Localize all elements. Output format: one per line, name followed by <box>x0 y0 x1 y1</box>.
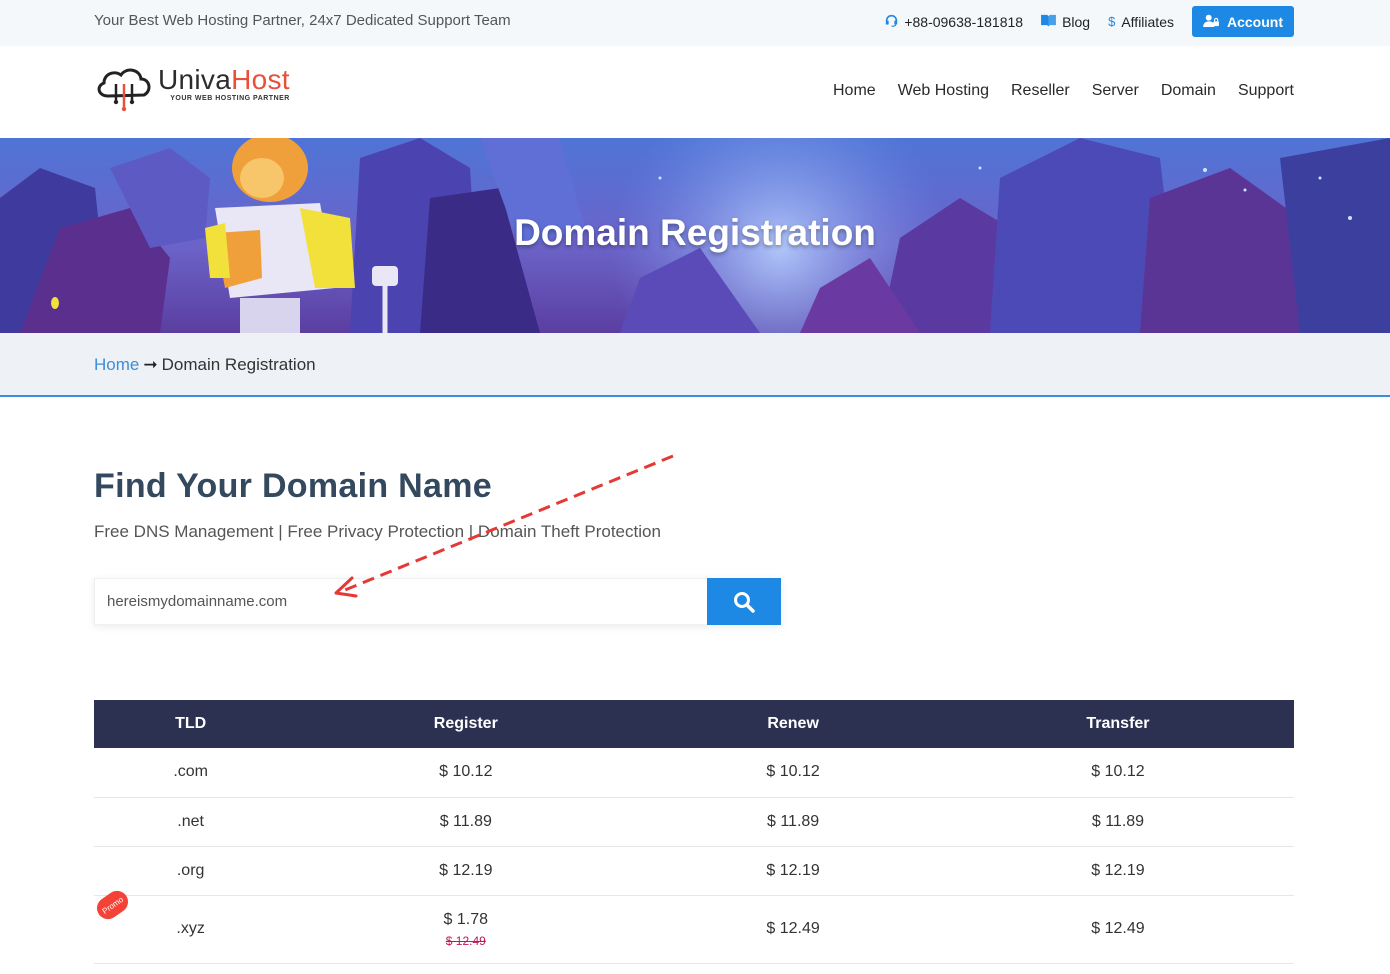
logo-wordmark: UnivaHost <box>158 64 290 95</box>
book-icon <box>1041 14 1056 30</box>
register-cell: $ 12.19 <box>287 846 645 896</box>
hero-banner: Domain Registration <box>0 138 1390 333</box>
col-transfer: Transfer <box>941 700 1294 748</box>
table-row: .xyz $ 1.78 $ 12.49 $ 12.49 $ 12.49 <box>94 895 1294 964</box>
arrow-right-icon: ➞ <box>143 355 158 374</box>
nav-server[interactable]: Server <box>1092 82 1139 100</box>
hero-title: Domain Registration <box>514 212 876 253</box>
phone-number: +88-09638-181818 <box>904 13 1024 30</box>
nav-domain[interactable]: Domain <box>1161 82 1216 100</box>
nav-web-hosting[interactable]: Web Hosting <box>898 82 989 100</box>
transfer-cell: $ 10.12 <box>941 748 1294 798</box>
register-cell: $ 1.78 $ 12.49 <box>287 895 645 964</box>
nav-reseller[interactable]: Reseller <box>1011 82 1070 100</box>
affiliates-link[interactable]: $ Affiliates <box>1108 14 1174 30</box>
account-button[interactable]: Account <box>1192 6 1294 37</box>
search-button[interactable] <box>707 578 781 625</box>
search-icon <box>734 591 755 613</box>
tld-cell: .com <box>94 748 288 798</box>
col-renew: Renew <box>644 700 942 748</box>
logo-text: UnivaHost YOUR WEB HOSTING PARTNER <box>158 64 290 103</box>
register-cell: $ 11.89 <box>287 797 645 847</box>
header: UnivaHost YOUR WEB HOSTING PARTNER Home … <box>0 46 1390 138</box>
table-row: .com $ 10.12 $ 10.12 $ 10.12 <box>94 748 1294 798</box>
table-header-row: TLD Register Renew Transfer <box>94 700 1294 748</box>
dollar-icon: $ <box>1108 14 1116 29</box>
renew-cell: $ 11.89 <box>644 797 942 847</box>
table-row: .org $ 12.19 $ 12.19 $ 12.19 <box>94 846 1294 896</box>
transfer-cell: $ 12.49 <box>941 895 1294 964</box>
phone-link[interactable]: +88-09638-181818 <box>885 14 1023 30</box>
transfer-cell: $ 11.89 <box>941 797 1294 847</box>
user-lock-icon <box>1203 14 1220 30</box>
headset-icon <box>885 14 898 30</box>
table-row: .net $ 11.89 $ 11.89 $ 11.89 <box>94 797 1294 847</box>
domain-search-input[interactable] <box>94 578 707 625</box>
account-label: Account <box>1227 13 1283 30</box>
cloud-logo-icon <box>97 68 151 112</box>
logo-tagline: YOUR WEB HOSTING PARTNER <box>170 95 290 102</box>
col-tld: TLD <box>94 700 288 748</box>
breadcrumb-home[interactable]: Home <box>94 355 139 375</box>
pricing-table: TLD Register Renew Transfer .com $ 10.12… <box>94 700 1294 964</box>
feature-subtext: Free DNS Management | Free Privacy Prote… <box>94 522 661 541</box>
nav-home[interactable]: Home <box>833 82 876 100</box>
nav-support[interactable]: Support <box>1238 82 1294 100</box>
promo-price: $ 1.78 <box>443 910 489 928</box>
breadcrumb: Home ➞ Domain Registration <box>0 333 1390 397</box>
blog-link[interactable]: Blog <box>1041 14 1090 30</box>
main-nav: Home Web Hosting Reseller Server Domain … <box>833 82 1294 100</box>
top-bar: Your Best Web Hosting Partner, 24x7 Dedi… <box>0 0 1390 46</box>
affiliates-label: Affiliates <box>1121 13 1174 30</box>
tld-cell: .org <box>94 846 288 896</box>
blog-label: Blog <box>1062 13 1091 30</box>
breadcrumb-current: Domain Registration <box>161 355 316 374</box>
domain-search <box>94 578 781 625</box>
renew-cell: $ 12.49 <box>644 895 942 964</box>
register-cell: $ 10.12 <box>287 748 645 798</box>
top-links: +88-09638-181818 Blog $ Affiliates Accou… <box>885 6 1294 37</box>
top-tagline: Your Best Web Hosting Partner, 24x7 Dedi… <box>94 12 511 29</box>
tld-cell: .net <box>94 797 288 847</box>
renew-cell: $ 12.19 <box>644 846 942 896</box>
renew-cell: $ 10.12 <box>644 748 942 798</box>
page-heading: Find Your Domain Name <box>94 467 492 505</box>
col-register: Register <box>287 700 645 748</box>
transfer-cell: $ 12.19 <box>941 846 1294 896</box>
logo[interactable]: UnivaHost YOUR WEB HOSTING PARTNER <box>94 66 290 112</box>
original-price: $ 12.49 <box>445 933 486 948</box>
